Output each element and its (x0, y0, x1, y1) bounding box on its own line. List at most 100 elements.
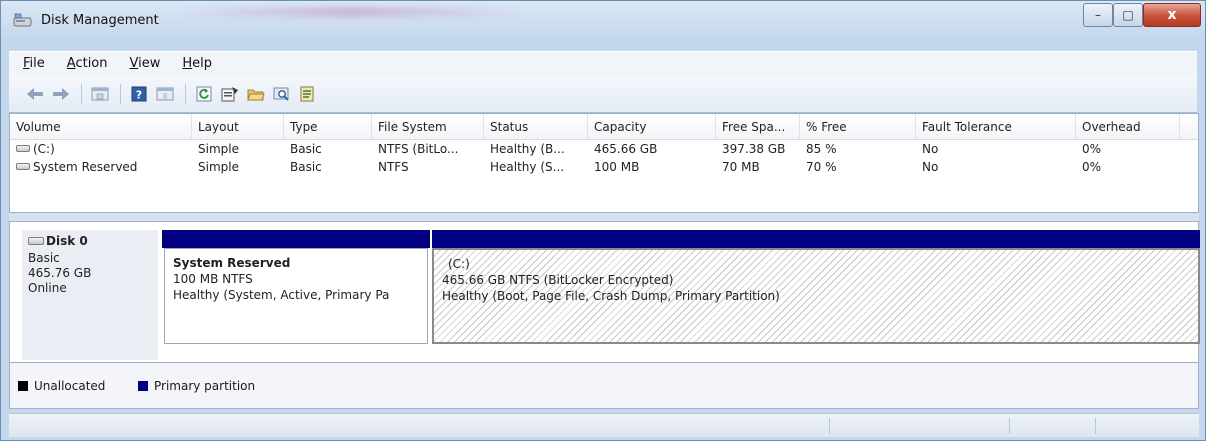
menu-file-rest: ile (29, 56, 45, 71)
disk-name-text: Disk 0 (46, 234, 88, 248)
cell-fault-tolerance: No (922, 142, 939, 156)
console-tree-icon[interactable] (88, 83, 112, 105)
cell-percent-free: 85 % (806, 142, 837, 156)
partition-bar-system-reserved (162, 230, 430, 248)
partition-title: (C:) (448, 257, 470, 271)
cell-file-system: NTFS (BitLo... (378, 142, 459, 156)
column-fault-tolerance[interactable]: Fault Tolerance (916, 114, 1076, 140)
forward-arrow-icon[interactable] (49, 83, 73, 105)
cell-volume: System Reserved (10, 158, 192, 176)
partition-title: System Reserved (173, 256, 291, 270)
partition-bar-c (432, 230, 1200, 248)
toolbar-separator (120, 83, 121, 104)
legend-swatch-unallocated (18, 381, 28, 391)
menu-action[interactable]: Action (67, 56, 108, 71)
menu-bar: File Action View Help (9, 51, 1197, 75)
status-separator (1095, 418, 1096, 434)
column-volume[interactable]: Volume (10, 114, 192, 140)
window-controls: – □ x (1083, 3, 1201, 27)
menu-view-rest: iew (138, 56, 161, 71)
volume-icon (16, 163, 30, 170)
column-type[interactable]: Type (284, 114, 372, 140)
cell-fault-tolerance: No (922, 160, 939, 174)
toolbar: ? (9, 75, 1197, 113)
legend-label: Unallocated (34, 379, 106, 393)
disk-name: Disk 0 (28, 234, 152, 249)
column-status[interactable]: Status (484, 114, 588, 140)
volume-name: System Reserved (33, 160, 138, 174)
disk-size: 465.76 GB (28, 266, 92, 280)
volume-list-header: Volume Layout Type File System Status Ca… (10, 114, 1198, 140)
menu-help[interactable]: Help (182, 56, 212, 71)
cell-layout: Simple (198, 142, 239, 156)
legend: Unallocated Primary partition (9, 363, 1199, 409)
menu-view[interactable]: View (130, 56, 161, 71)
cell-free-space: 70 MB (722, 160, 760, 174)
cell-type: Basic (290, 160, 322, 174)
cell-overhead: 0% (1082, 142, 1102, 156)
window-title: Disk Management (41, 13, 159, 28)
refresh-icon[interactable] (192, 83, 216, 105)
disk-state: Online (28, 281, 67, 295)
title-bar[interactable]: Disk Management – □ x (1, 1, 1205, 43)
partition-c[interactable]: (C:) 465.66 GB NTFS (BitLocker Encrypted… (432, 248, 1200, 344)
disk-management-window: Disk Management – □ x File Action View H… (0, 0, 1206, 441)
status-bar (9, 413, 1199, 437)
disk-0-label[interactable]: Disk 0 Basic 465.76 GB Online (22, 230, 158, 360)
cell-type: Basic (290, 142, 322, 156)
column-percent-free[interactable]: % Free (800, 114, 916, 140)
legend-label: Primary partition (154, 379, 256, 393)
legend-primary-partition: Primary partition (138, 379, 255, 393)
partition-system-reserved[interactable]: System Reserved 100 MB NTFS Healthy (Sys… (164, 248, 428, 344)
column-free-space[interactable]: Free Spa... (716, 114, 800, 140)
column-layout[interactable]: Layout (192, 114, 284, 140)
legend-unallocated: Unallocated (18, 379, 105, 393)
cell-capacity: 100 MB (594, 160, 640, 174)
cell-status: Healthy (S... (490, 160, 565, 174)
show-pane-icon[interactable] (153, 83, 177, 105)
open-folder-icon[interactable] (244, 83, 268, 105)
redacted-title-area (181, 7, 521, 17)
volume-name: (C:) (33, 142, 55, 156)
pane-splitter[interactable] (9, 213, 1199, 221)
cell-layout: Simple (198, 160, 239, 174)
svg-text:?: ? (136, 88, 142, 101)
cell-status: Healthy (B... (490, 142, 565, 156)
partition-format: 100 MB NTFS (173, 272, 253, 286)
volume-icon (16, 145, 30, 152)
toolbar-separator (81, 83, 82, 104)
maximize-button[interactable]: □ (1113, 3, 1143, 27)
column-file-system[interactable]: File System (372, 114, 484, 140)
legend-swatch-primary (138, 381, 148, 391)
properties-icon[interactable] (218, 83, 242, 105)
menu-help-mnemonic: H (182, 56, 193, 71)
table-row[interactable]: System Reserved Simple Basic NTFS Health… (10, 158, 1198, 176)
disk-icon (28, 236, 44, 245)
cell-percent-free: 70 % (806, 160, 837, 174)
minimize-button[interactable]: – (1083, 3, 1113, 27)
find-icon[interactable] (270, 83, 294, 105)
disk-graphical-view: Disk 0 Basic 465.76 GB Online System Res… (9, 221, 1200, 363)
column-overhead[interactable]: Overhead (1076, 114, 1180, 140)
cell-volume: (C:) (10, 140, 192, 158)
partition-format: 465.66 GB NTFS (BitLocker Encrypted) (442, 273, 674, 287)
disk-type: Basic (28, 251, 60, 265)
menu-file[interactable]: File (23, 56, 45, 71)
partition-status: Healthy (Boot, Page File, Crash Dump, Pr… (442, 289, 780, 303)
status-separator (1009, 418, 1010, 434)
cell-capacity: 465.66 GB (594, 142, 658, 156)
disk-management-app-icon (13, 13, 33, 29)
cell-free-space: 397.38 GB (722, 142, 786, 156)
close-button[interactable]: x (1143, 3, 1201, 27)
cell-file-system: NTFS (378, 160, 409, 174)
toolbar-separator (185, 83, 186, 104)
help-icon[interactable]: ? (127, 83, 151, 105)
back-arrow-icon[interactable] (23, 83, 47, 105)
menu-action-rest: ction (75, 56, 108, 71)
column-capacity[interactable]: Capacity (588, 114, 716, 140)
table-row[interactable]: (C:) Simple Basic NTFS (BitLo... Healthy… (10, 140, 1198, 158)
status-separator (829, 418, 830, 434)
export-list-icon[interactable] (296, 83, 320, 105)
volume-list: Volume Layout Type File System Status Ca… (9, 113, 1199, 213)
cell-overhead: 0% (1082, 160, 1102, 174)
